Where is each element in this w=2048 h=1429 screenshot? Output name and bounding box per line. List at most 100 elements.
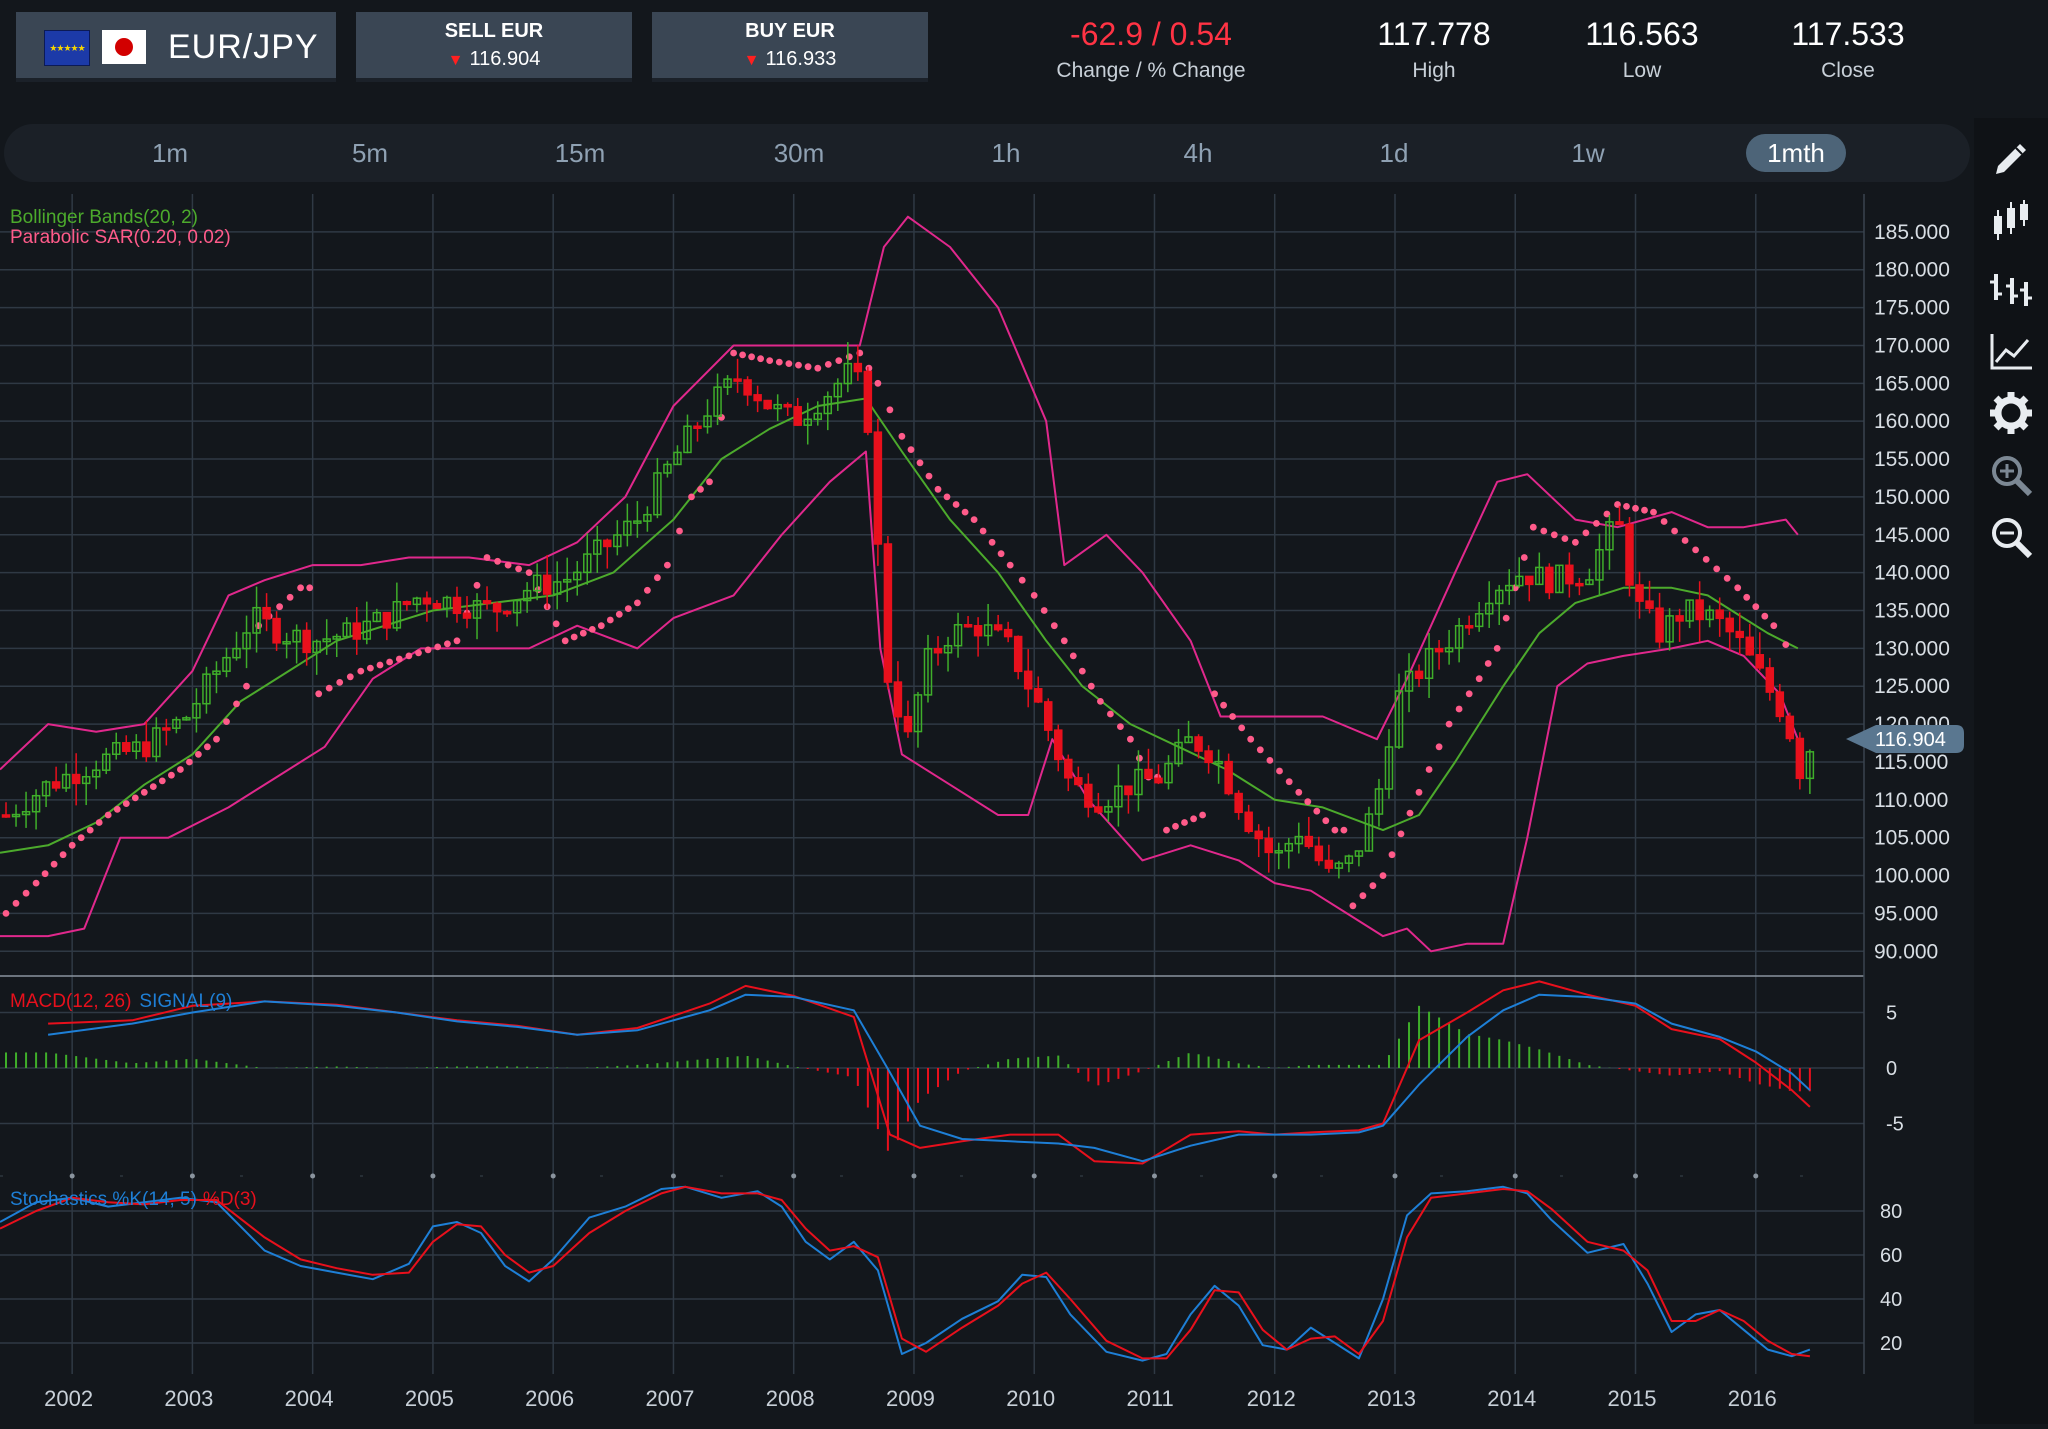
sar-dot <box>907 446 915 453</box>
sar-dot <box>1406 809 1414 817</box>
candle-down <box>1033 688 1043 703</box>
sar-dot <box>898 432 906 440</box>
candlestick-icon[interactable] <box>1988 198 2034 244</box>
price-chart[interactable]: 185.000 180.000 175.000 170.000 165.000 160.0… <box>0 194 1974 1424</box>
sar-dot <box>748 353 755 361</box>
buy-button[interactable]: BUY EUR ▼ 116.933 <box>652 12 928 82</box>
sar-dot <box>213 735 220 743</box>
sar-dot <box>1163 826 1170 834</box>
timeframe-4h[interactable]: 4h <box>1158 134 1238 172</box>
sar-dot <box>386 658 393 666</box>
pane-divider-dot <box>1392 1173 1398 1179</box>
sar-dot <box>473 581 481 589</box>
line-chart-icon[interactable] <box>1988 328 2034 374</box>
sar-dot <box>1493 645 1501 652</box>
sar-dot <box>757 355 764 363</box>
candle-down <box>122 742 131 752</box>
pane-divider-dot <box>310 1173 316 1179</box>
sar-dot <box>32 879 40 887</box>
sar-dot <box>1582 529 1590 537</box>
sar-dot <box>845 353 853 361</box>
sar-dot <box>886 406 894 414</box>
timeframe-1w[interactable]: 1w <box>1548 134 1628 172</box>
zoom-in-icon[interactable] <box>1988 452 2034 498</box>
buy-price-row: ▼ 116.933 <box>652 48 928 71</box>
zoom-out-icon[interactable] <box>1988 514 2034 560</box>
sar-dot <box>775 358 783 366</box>
sar-dot <box>434 643 442 651</box>
price-tick-label: 140.000 <box>1874 562 1950 585</box>
sar-dot <box>1465 690 1473 698</box>
sar-dot <box>588 626 596 633</box>
sar-dot <box>1379 872 1387 879</box>
sar-label: Parabolic SAR(0.20, 0.02) <box>10 227 231 248</box>
low-stat: 116.563 Low <box>1582 16 1702 83</box>
bar-chart-icon[interactable] <box>1988 264 2034 310</box>
candle-down <box>1675 615 1684 622</box>
timeframe-1mth[interactable]: 1mth <box>1746 134 1846 172</box>
candle-down <box>873 431 883 545</box>
sar-dot <box>730 349 737 357</box>
candle-down <box>482 600 492 605</box>
sell-label: SELL EUR <box>444 20 544 42</box>
timeframe-5m[interactable]: 5m <box>330 134 410 172</box>
year-tick-label: 2016 <box>1728 1386 1777 1411</box>
price-tick-label: 125.000 <box>1874 675 1950 698</box>
macd-tick-label: 5 <box>1886 1003 1897 1025</box>
sar-dot <box>131 794 139 802</box>
instrument-selector[interactable]: ★★★★★ EUR/JPY <box>16 12 336 82</box>
candle-down <box>1234 792 1243 814</box>
stoch-d-label: %D(3) <box>203 1189 257 1210</box>
candle-down <box>1635 584 1644 602</box>
gear-icon[interactable] <box>1988 390 2034 436</box>
close-label: Close <box>1821 59 1875 82</box>
sar-dot <box>1572 538 1579 546</box>
sar-dot <box>1313 807 1321 815</box>
timeframe-1d[interactable]: 1d <box>1354 134 1434 172</box>
macd-pane <box>0 980 1864 1174</box>
sar-dot <box>243 682 250 690</box>
candle-down <box>763 399 772 410</box>
sar-dot <box>1006 561 1014 569</box>
sar-dot <box>12 899 20 907</box>
sar-dot <box>306 584 314 592</box>
sar-dot <box>1623 503 1630 510</box>
sar-dot <box>1520 554 1528 561</box>
stoch-tick-label: 40 <box>1880 1289 1902 1311</box>
sar-dot <box>570 633 578 641</box>
tool-sidebar <box>1974 118 2048 1424</box>
sell-button[interactable]: SELL EUR ▼ 116.904 <box>356 12 632 82</box>
sar-dot <box>22 889 30 897</box>
change-label: Change / % Change <box>1056 59 1246 82</box>
pane-divider-dot <box>1151 1173 1157 1179</box>
sar-dot <box>95 819 103 826</box>
price-tick-label: 100.000 <box>1874 865 1950 888</box>
year-tick-label: 2014 <box>1487 1386 1536 1411</box>
candle-down <box>382 611 392 629</box>
candle-down <box>1625 523 1634 586</box>
timeframe-1h[interactable]: 1h <box>966 134 1046 172</box>
sar-dot <box>405 652 413 660</box>
sar-dot <box>424 646 432 654</box>
sell-price: 116.904 <box>469 48 541 70</box>
price-tick-label: 155.000 <box>1874 448 1950 471</box>
stoch-legend: Stochastics %K(14, 5) %D(3) <box>10 1189 257 1210</box>
pencil-icon[interactable] <box>1988 136 2034 182</box>
sar-dot <box>453 637 461 645</box>
timeframe-1m[interactable]: 1m <box>130 134 210 172</box>
sar-dot <box>1702 556 1710 563</box>
timeframe-30m[interactable]: 30m <box>756 134 842 172</box>
sar-dot <box>1761 612 1769 620</box>
sar-dot <box>1671 527 1678 535</box>
timeframe-15m[interactable]: 15m <box>540 134 620 172</box>
sar-dot <box>357 667 365 675</box>
sar-dot <box>525 569 533 576</box>
sar-dot <box>1484 660 1492 667</box>
candle-down <box>753 394 762 402</box>
pane-divider-dot <box>69 1173 75 1179</box>
chart-area[interactable]: 185.000 180.000 175.000 170.000 165.000 160.0… <box>0 194 1974 1424</box>
year-tick-label: 2003 <box>164 1386 213 1411</box>
candle-down <box>933 648 943 654</box>
current-price-label: 116.904 <box>1875 729 1946 751</box>
sar-dot <box>624 605 632 612</box>
